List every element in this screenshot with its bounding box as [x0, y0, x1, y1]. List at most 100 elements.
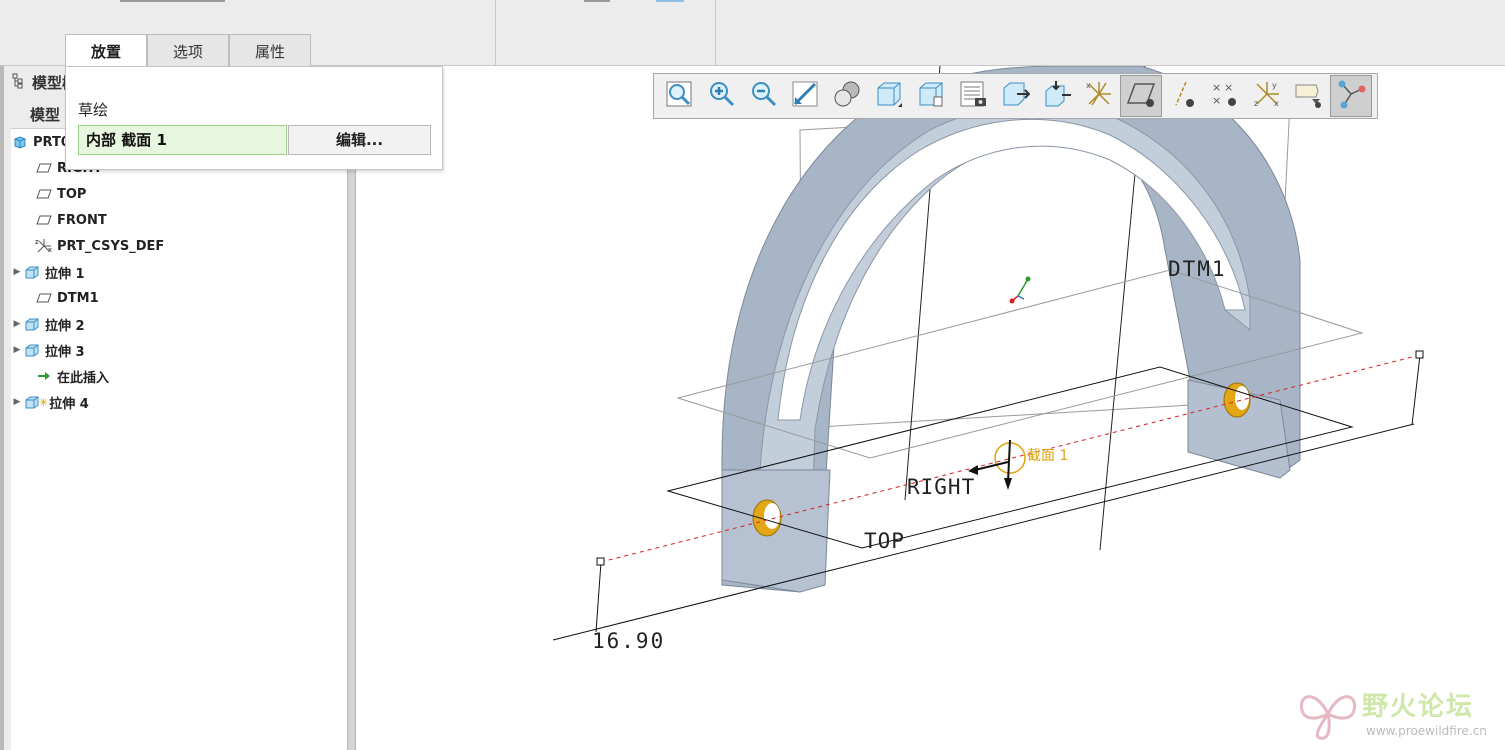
- svg-text:×: ×: [1212, 81, 1221, 94]
- tree-item-extrude-2[interactable]: ▶ 拉伸 2: [11, 311, 347, 337]
- svg-text:x: x: [1274, 99, 1279, 108]
- csys-display-icon: x: [1084, 79, 1114, 113]
- model-canvas: DTM1 RIGHT TOP 截面 1 16.90: [552, 66, 1424, 653]
- svg-text:Z: Z: [35, 240, 39, 246]
- watermark: 野火论坛 www.proewildfire.cn: [1296, 684, 1496, 744]
- tree-item-csys[interactable]: Z X PRT_CSYS_DEF: [11, 233, 347, 259]
- tab-properties[interactable]: 属性: [229, 34, 311, 67]
- watermark-url: www.proewildfire.cn: [1366, 724, 1487, 738]
- tree-item-extrude-1[interactable]: ▶ 拉伸 1: [11, 259, 347, 285]
- axis-display-button[interactable]: [1162, 75, 1204, 117]
- display-style-icon: [874, 79, 904, 113]
- ribbon-group-stub: [656, 0, 684, 2]
- zoom-in-button[interactable]: [700, 75, 742, 117]
- hole-right-inner: [1235, 386, 1249, 410]
- ribbon: 放置 选项 属性: [0, 0, 1505, 68]
- csys-triad: [1009, 276, 1031, 304]
- view-toolbar: x × × × y z x: [653, 73, 1378, 119]
- zoom-out-button[interactable]: [742, 75, 784, 117]
- expand-arrow-icon[interactable]: ▶: [11, 319, 23, 329]
- annotation-filter-button[interactable]: [1330, 75, 1372, 117]
- view-manager-icon: [958, 79, 988, 113]
- butterfly-logo-icon: [1299, 695, 1357, 740]
- sketch-section-title: 草绘: [78, 101, 109, 119]
- plane-display-button[interactable]: [1120, 75, 1162, 117]
- tree-item-top[interactable]: TOP: [11, 181, 347, 207]
- spin-center-button[interactable]: [1288, 75, 1330, 117]
- sketch-collector-field[interactable]: 内部 截面 1: [78, 125, 287, 155]
- graphics-viewport[interactable]: DTM1 RIGHT TOP 截面 1 16.90 野火论坛 www.proew…: [357, 66, 1505, 750]
- svg-text:x: x: [1086, 81, 1091, 90]
- tree-item-dtm1[interactable]: DTM1: [11, 285, 347, 311]
- perspective-button[interactable]: [826, 75, 868, 117]
- svg-text:×: ×: [1212, 94, 1221, 107]
- display-style-button[interactable]: [868, 75, 910, 117]
- plane-display-icon: [1126, 79, 1156, 113]
- part-icon: [11, 134, 29, 150]
- placement-panel: 草绘 内部 截面 1 编辑...: [65, 66, 443, 170]
- panel-subheader: 模型: [30, 106, 61, 124]
- csys-display-button[interactable]: x: [1078, 75, 1120, 117]
- tree-item-label: PRT_CSYS_DEF: [57, 238, 165, 254]
- expand-arrow-icon[interactable]: ▶: [11, 397, 23, 407]
- section-button[interactable]: [994, 75, 1036, 117]
- tree-item-front[interactable]: FRONT: [11, 207, 347, 233]
- dimension-value[interactable]: 16.90: [592, 629, 665, 653]
- csys-tag-display-icon: y z x: [1252, 79, 1282, 113]
- dtm1-label: DTM1: [1168, 257, 1227, 281]
- ribbon-separator: [715, 0, 716, 66]
- drag-handle[interactable]: [596, 557, 605, 566]
- section-label: 截面 1: [1027, 448, 1068, 464]
- tab-options[interactable]: 选项: [147, 34, 229, 67]
- new-feature-star-icon: ✳: [39, 395, 49, 409]
- point-display-button[interactable]: × × ×: [1204, 75, 1246, 117]
- point-display-icon: × × ×: [1210, 79, 1240, 113]
- section-marker[interactable]: [968, 439, 1026, 490]
- tree-item-extrude-4[interactable]: ▶ ✳ 拉伸 4: [11, 389, 347, 415]
- refit-icon: [664, 79, 694, 113]
- tree-item-insert-here[interactable]: 在此插入: [11, 363, 347, 389]
- tree-item-extrude-3[interactable]: ▶ 拉伸 3: [11, 337, 347, 363]
- right-label: RIGHT: [907, 475, 975, 499]
- zoom-out-icon: [748, 79, 778, 113]
- tab-placement[interactable]: 放置: [65, 34, 147, 68]
- annotation-display-button[interactable]: [1036, 75, 1078, 117]
- model-tree: PRT0001.PRT RIGHT TOP: [11, 128, 347, 750]
- extrude-icon: [23, 342, 41, 358]
- refit-button[interactable]: [658, 75, 700, 117]
- svg-text:X: X: [48, 248, 52, 254]
- top-label: TOP: [864, 529, 905, 553]
- section-icon: [1000, 79, 1031, 113]
- datum-plane-icon: [35, 212, 53, 228]
- ribbon-separator: [495, 0, 496, 66]
- tree-item-label: TOP: [57, 186, 87, 202]
- datum-plane-icon: [35, 186, 53, 202]
- expand-arrow-icon[interactable]: ▶: [11, 345, 23, 355]
- saved-orientations-button[interactable]: [910, 75, 952, 117]
- drag-handle[interactable]: [1415, 350, 1424, 359]
- tree-item-label: 拉伸 2: [45, 318, 85, 334]
- svg-text:z: z: [1254, 99, 1258, 108]
- svg-text:y: y: [1272, 81, 1277, 90]
- annotation-filter-icon: [1336, 79, 1366, 113]
- saved-orientations-icon: [916, 79, 946, 113]
- watermark-title: 野火论坛: [1362, 692, 1475, 722]
- edit-sketch-button[interactable]: 编辑...: [288, 125, 431, 155]
- csys-tag-display-button[interactable]: y z x: [1246, 75, 1288, 117]
- insert-here-icon: [35, 368, 53, 384]
- tree-item-label: DTM1: [57, 290, 99, 306]
- perspective-view-icon: [832, 79, 862, 113]
- dimension-witness: [1411, 354, 1421, 426]
- repaint-icon: [790, 79, 820, 113]
- datum-plane-icon: [35, 290, 53, 306]
- view-manager-button[interactable]: [952, 75, 994, 117]
- repaint-button[interactable]: [784, 75, 826, 117]
- ribbon-group-stub: [120, 0, 225, 2]
- tree-item-label: FRONT: [57, 212, 107, 228]
- extrude-icon: [23, 264, 41, 280]
- tree-item-label: 拉伸 4: [49, 396, 89, 412]
- expand-arrow-icon[interactable]: ▶: [11, 267, 23, 277]
- datum-plane-icon: [35, 160, 53, 176]
- dimension-line: [552, 423, 1415, 641]
- zoom-in-icon: [706, 79, 736, 113]
